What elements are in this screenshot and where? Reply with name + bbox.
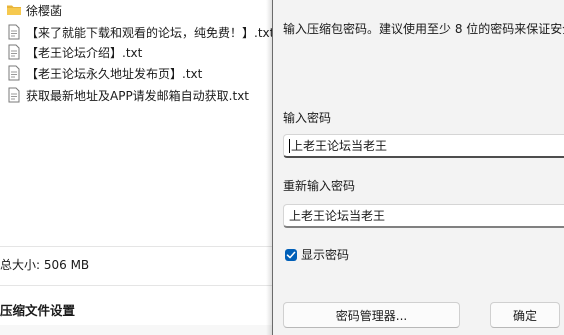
reenter-password-input[interactable]: 上老王论坛当老王 xyxy=(283,204,564,228)
checkmark-icon xyxy=(286,251,296,258)
password-value: 上老王论坛当老王 xyxy=(291,139,388,153)
password-label: 输入密码 xyxy=(283,111,332,125)
total-size-text: 总大小: 506 MB xyxy=(0,258,90,272)
file-name: 【来了就能下载和观看的论坛，纯免费！】.txt xyxy=(26,25,272,40)
reenter-password-value: 上老王论坛当老王 xyxy=(289,209,386,223)
list-item-folder[interactable]: 徐樱菡 xyxy=(0,0,62,20)
password-manager-button[interactable]: 密码管理器... xyxy=(283,302,460,328)
password-input[interactable]: 上老王论坛当老王 xyxy=(283,134,564,158)
folder-icon xyxy=(7,5,21,15)
show-password-checkbox[interactable] xyxy=(285,248,297,261)
file-name: 获取最新地址及APP请发邮箱自动获取.txt xyxy=(26,88,250,103)
text-caret xyxy=(289,138,290,153)
ok-button[interactable]: 确定 xyxy=(490,302,560,328)
compression-settings-title: 压缩文件设置 xyxy=(0,303,76,318)
show-password-checkbox-row[interactable]: 显示密码 xyxy=(285,246,349,263)
list-item-file[interactable]: 【来了就能下载和观看的论坛，纯免费！】.txt xyxy=(0,22,272,42)
file-name: 徐樱菡 xyxy=(26,3,63,18)
text-file-icon xyxy=(8,87,20,103)
password-dialog: 输入压缩包密码。建议使用至少 8 位的密码来保证安全 输入密码 上老王论坛当老王… xyxy=(272,0,564,335)
text-file-icon xyxy=(8,65,20,81)
text-file-icon xyxy=(8,44,20,60)
screen: 徐樱菡 【来了就能下载和观看的论坛，纯免费！】.txt 【老王论坛介绍】.txt xyxy=(0,0,564,335)
file-name: 【老王论坛永久地址发布页】.txt xyxy=(26,66,203,81)
reenter-password-label: 重新输入密码 xyxy=(283,179,356,193)
dialog-description: 输入压缩包密码。建议使用至少 8 位的密码来保证安全 xyxy=(283,22,564,36)
divider xyxy=(0,285,272,286)
bottom-strip xyxy=(0,325,272,335)
divider xyxy=(0,246,272,247)
list-item-file[interactable]: 获取最新地址及APP请发邮箱自动获取.txt xyxy=(0,85,249,105)
list-item-file[interactable]: 【老王论坛介绍】.txt xyxy=(0,42,142,62)
archive-content-panel: 徐樱菡 【来了就能下载和观看的论坛，纯免费！】.txt 【老王论坛介绍】.txt xyxy=(0,0,272,335)
list-item-file[interactable]: 【老王论坛永久地址发布页】.txt xyxy=(0,63,202,83)
show-password-label: 显示密码 xyxy=(301,248,350,262)
file-name: 【老王论坛介绍】.txt xyxy=(26,45,143,60)
text-file-icon xyxy=(8,24,20,40)
